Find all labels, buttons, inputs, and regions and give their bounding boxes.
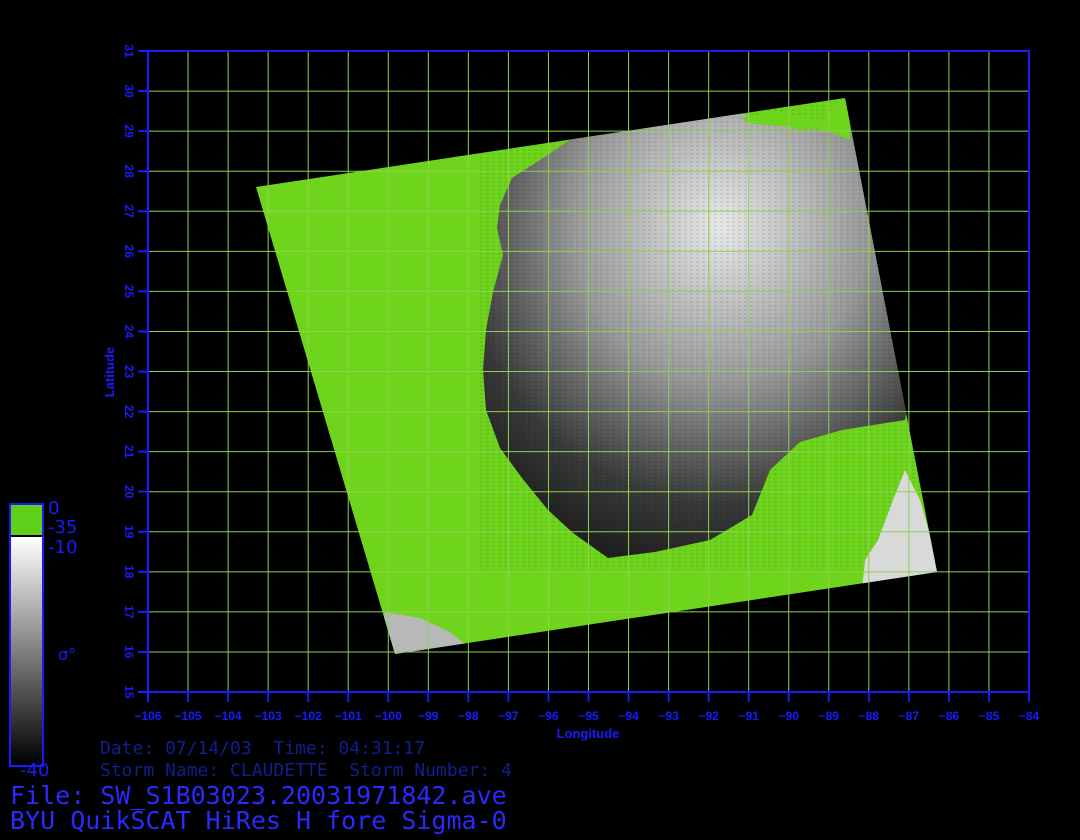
colorbar-gradient: [11, 537, 42, 765]
lat-tick-label: 19: [122, 525, 136, 539]
grid-lines: [147, 50, 1030, 693]
lon-tick-label: −87: [899, 709, 920, 723]
date-time-line: Date: 07/14/03 Time: 04:31:17: [100, 738, 426, 759]
lon-tick-label: −100: [375, 709, 402, 723]
storm-line: Storm Name: CLAUDETTE Storm Number: 4: [100, 760, 512, 781]
lat-tick-label: 30: [122, 84, 136, 98]
lon-tick-label: −92: [698, 709, 719, 723]
lon-tick-label: −88: [859, 709, 880, 723]
wind-streaks: [480, 100, 920, 570]
lon-tick-label: −103: [255, 709, 282, 723]
product-title: BYU QuikSCAT HiRes H fore Sigma-0: [10, 806, 507, 835]
lat-tick-label: 31: [122, 44, 136, 58]
lat-tick-label: 24: [122, 325, 136, 339]
x-axis-label: Longitude: [557, 726, 620, 741]
lon-tick-label: −85: [979, 709, 1000, 723]
lat-tick-label: 18: [122, 565, 136, 579]
lon-tick-label: −90: [779, 709, 800, 723]
lat-tick-label: 27: [122, 205, 136, 219]
lon-tick-label: −97: [498, 709, 519, 723]
lat-tick-label: 28: [122, 165, 136, 179]
lon-tick-label: −84: [1019, 709, 1040, 723]
lon-tick-label: −102: [295, 709, 322, 723]
lat-tick-label: 17: [122, 605, 136, 619]
latitude-tick-labels: 15 16 17 18 19 20 21 22 23 24 25 26 27 28 29 30 31: [122, 44, 148, 699]
swath-image: [256, 98, 937, 654]
lon-tick-label: −104: [215, 709, 242, 723]
lat-tick-label: 16: [122, 645, 136, 659]
colorbar: 0 -35 -10 -40 σ°: [9, 498, 77, 781]
colorbar-ocean-max: -10: [48, 537, 77, 558]
lat-tick-label: 26: [122, 245, 136, 259]
lat-tick-label: 21: [122, 445, 136, 459]
lon-tick-label: −105: [175, 709, 202, 723]
lat-tick-label: 20: [122, 485, 136, 499]
lat-tick-label: 29: [122, 124, 136, 138]
lon-tick-label: −89: [819, 709, 840, 723]
lon-tick-label: −95: [578, 709, 599, 723]
lat-tick-label: 22: [122, 405, 136, 419]
lat-tick-label: 25: [122, 285, 136, 299]
lat-tick-label: 23: [122, 365, 136, 379]
y-axis-label: Latitude: [102, 347, 117, 398]
colorbar-ocean-min: -40: [20, 760, 49, 781]
lon-tick-label: −99: [418, 709, 439, 723]
colorbar-land-swatch: [11, 505, 42, 535]
colorbar-land-min: -35: [48, 517, 77, 538]
colorbar-land-max: 0: [48, 498, 59, 519]
lon-tick-label: −98: [458, 709, 479, 723]
lon-tick-label: −94: [618, 709, 639, 723]
colorbar-symbol: σ°: [58, 645, 76, 664]
longitude-tick-labels: −106 −105 −104 −103 −102 −101 −100 −99 −98 −97 −96…: [134, 692, 1040, 723]
lon-tick-label: −101: [335, 709, 362, 723]
lon-tick-label: −93: [658, 709, 679, 723]
lat-tick-label: 15: [122, 685, 136, 699]
lon-tick-label: −86: [939, 709, 960, 723]
map-figure: −106 −105 −104 −103 −102 −101 −100 −99 −98 −97 −96…: [9, 44, 1040, 781]
lon-tick-label: −96: [538, 709, 559, 723]
lon-tick-label: −106: [134, 709, 161, 723]
lon-tick-label: −91: [739, 709, 760, 723]
